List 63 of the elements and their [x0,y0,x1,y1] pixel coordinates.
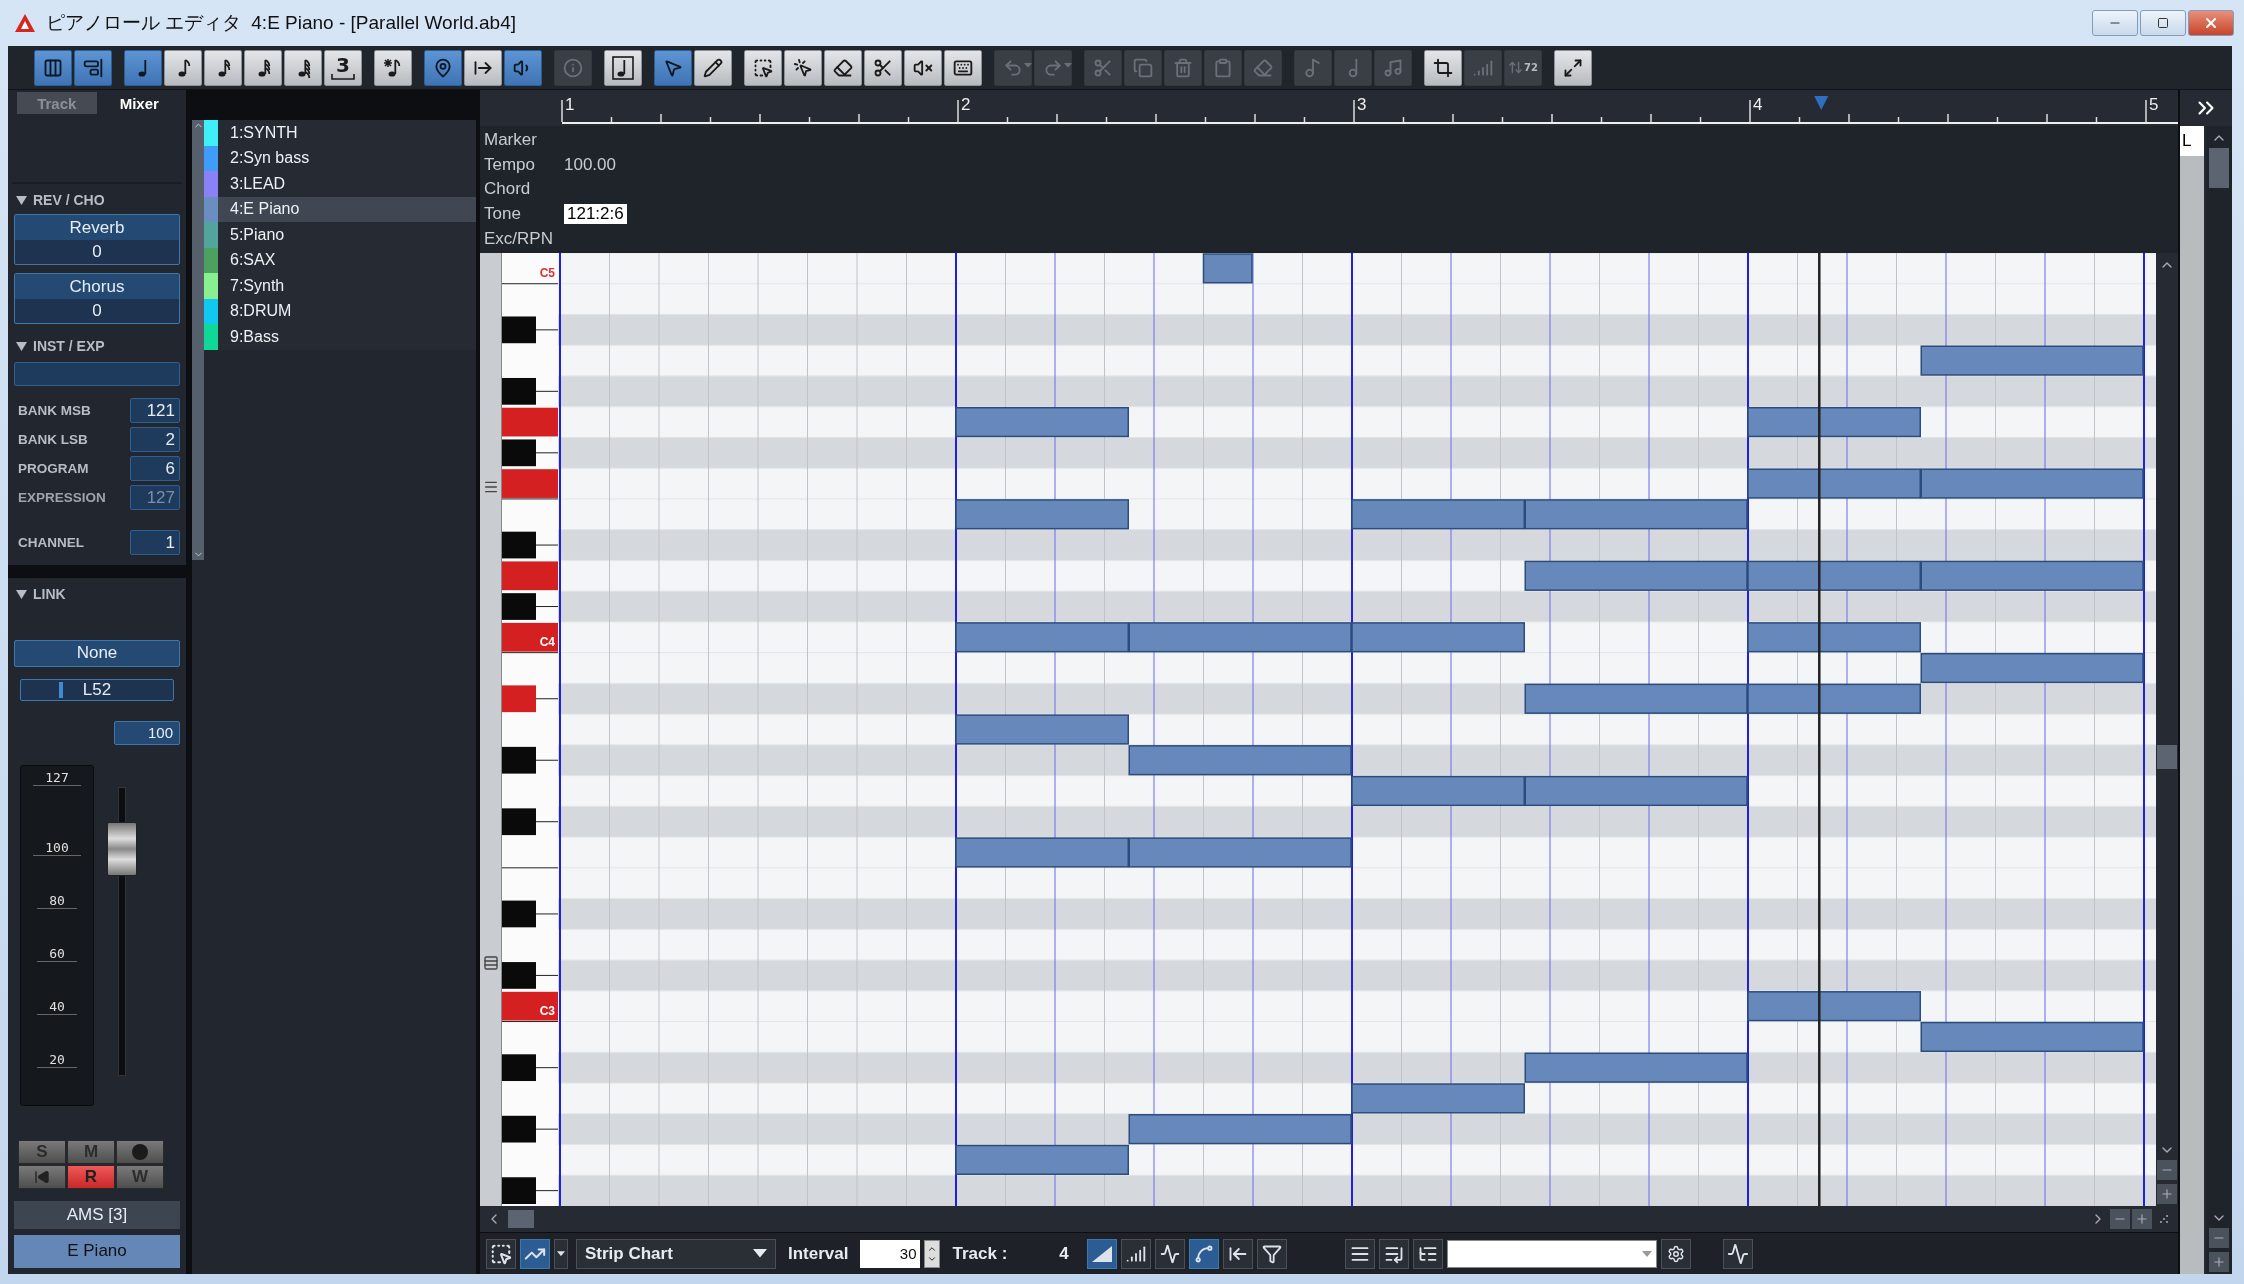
param-field[interactable]: 121 [130,398,180,424]
volume-field[interactable]: 100 [114,720,180,745]
timeline-ruler[interactable]: 1 2 3 4 5 [480,90,2178,126]
toolbar-button[interactable]: 3 [324,49,362,86]
link-button[interactable]: None [14,640,180,667]
measure-number: 1 [565,95,575,114]
track-item[interactable]: 9:Bass [204,324,476,350]
pan-slider[interactable]: L52 [20,678,174,701]
track-number: 4 [1059,1243,1069,1264]
chart-type-dropdown[interactable]: Strip Chart [576,1238,776,1269]
pan-reading: L52 [82,679,112,700]
document-title: 4:E Piano - [Parallel World.ab4] [251,12,516,34]
param-label: CHANNEL [18,535,84,551]
send-control[interactable]: Chorus 0 [14,273,180,325]
scale-label: 60 [37,945,77,962]
param-label: BANK LSB [18,432,88,448]
track-item[interactable]: 6:SAX [204,247,476,273]
info-label: Tempo [484,154,537,175]
measure-number: 5 [2149,95,2159,114]
track-item[interactable]: 2:Syn bass [204,145,476,171]
measure-number: 3 [1357,95,1367,114]
measure-number: 4 [1753,95,1763,114]
info-value: 100.00 [564,154,616,175]
key-label: C5 [539,265,556,280]
track-label: Track : [951,1243,1009,1264]
scale-label: 127 [33,769,81,786]
info-value-field[interactable]: 121:2:6 [564,204,627,225]
track-item[interactable]: 1:SYNTH [204,120,476,146]
section-header[interactable]: REV / CHO [12,184,109,213]
scale-label: 80 [37,892,77,909]
triplet-label: 3 [336,55,350,74]
info-label: Chord [484,179,532,200]
info-label: Exc/RPN [484,228,554,249]
channel-button[interactable]: R [67,1164,115,1189]
section-header[interactable]: INST / EXP [12,330,109,359]
window-title: ピアノロール エディタ [46,11,242,35]
ams-button[interactable]: AMS [3] [14,1200,180,1229]
send-control[interactable]: Reverb 0 [14,214,180,266]
instrument-button[interactable]: E Piano [14,1234,180,1268]
track-item[interactable]: 8:DRUM [204,298,476,324]
param-label: BANK MSB [18,403,91,419]
info-label: Tone [484,204,522,225]
measure-number: 2 [961,95,971,114]
scale-label: 40 [37,998,77,1015]
interval-label: Interval [787,1243,850,1264]
interval-field[interactable]: 30 [860,1239,921,1268]
key-label: C4 [539,634,556,649]
button-label: 72 [1524,62,1538,73]
section-header[interactable]: LINK [12,578,70,607]
key-label: C3 [539,1003,556,1018]
info-label: Marker [484,130,538,151]
param-field[interactable]: 2 [130,427,180,453]
track-item[interactable]: 4:E Piano [204,196,476,222]
param-field[interactable]: 1 [130,530,180,556]
param-label: PROGRAM [18,461,89,477]
track-item[interactable]: 5:Piano [204,222,476,248]
track-item[interactable]: 3:LEAD [204,171,476,197]
param-field[interactable]: 6 [130,456,180,482]
track-item[interactable]: 7:Synth [204,273,476,299]
param-label: EXPRESSION [18,490,106,506]
scale-label: 20 [37,1051,77,1068]
scale-label: 100 [33,839,81,856]
column-header: L [2180,126,2204,156]
